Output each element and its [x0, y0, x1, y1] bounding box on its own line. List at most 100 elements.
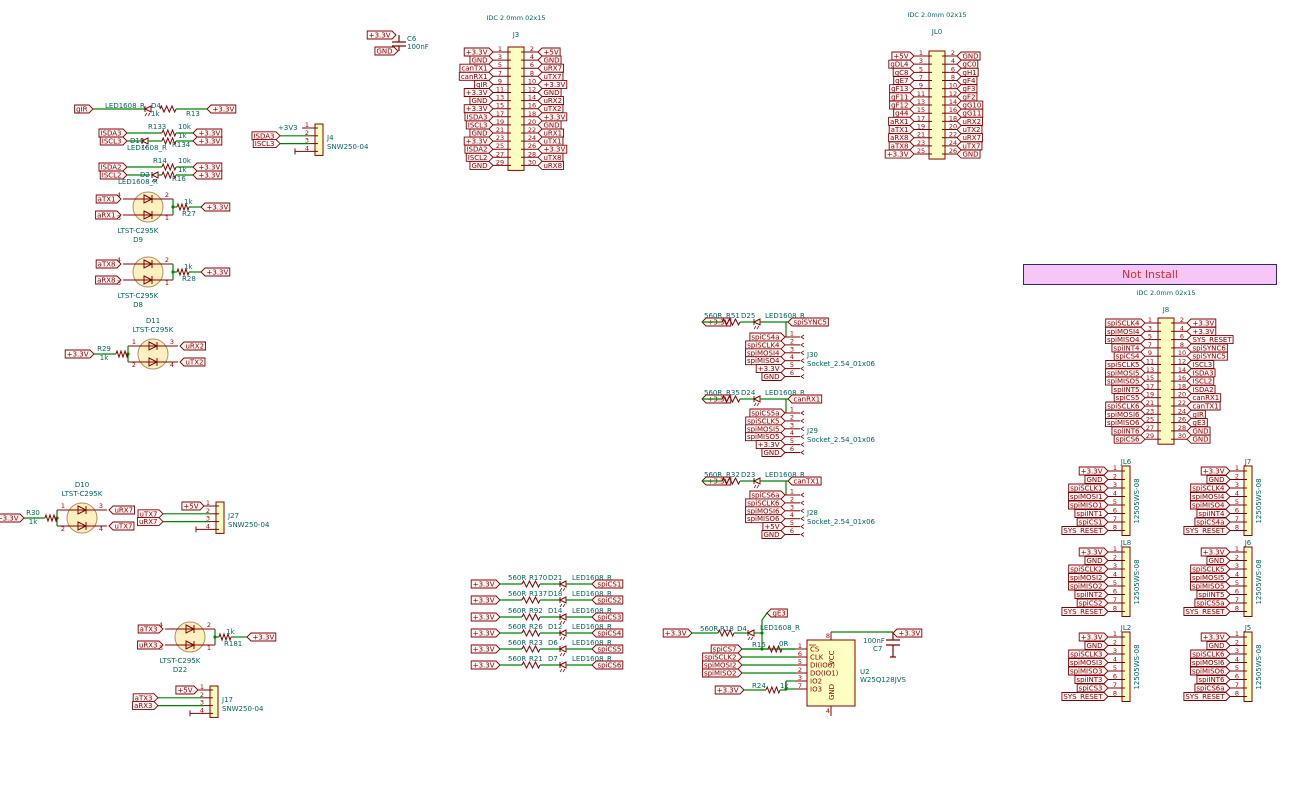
- net-label[interactable]: +3.3V: [662, 628, 693, 638]
- net-label[interactable]: +5V: [181, 501, 205, 511]
- net-label[interactable]: spiSCLK2: [702, 652, 743, 662]
- net-label[interactable]: +3.3V: [470, 660, 501, 670]
- net-label[interactable]: aRX8: [888, 133, 915, 143]
- net-label[interactable]: aTX8: [888, 141, 915, 151]
- net-label[interactable]: GND: [537, 88, 562, 98]
- net-label[interactable]: +3.3V: [200, 267, 231, 277]
- net-label[interactable]: +3.3V: [366, 30, 397, 40]
- net-label[interactable]: ISDA2: [98, 162, 128, 172]
- net-label[interactable]: uRX7: [956, 133, 984, 143]
- net-label[interactable]: spiCS5a: [1194, 598, 1231, 608]
- net-label[interactable]: canRX1: [787, 394, 823, 404]
- net-label[interactable]: +3.3V: [246, 632, 277, 642]
- net-label[interactable]: GND: [537, 120, 562, 129]
- net-label[interactable]: spiSYNC5: [787, 317, 829, 327]
- net-label[interactable]: spiMISO5: [1105, 376, 1146, 386]
- net-label[interactable]: ISDA3: [1186, 368, 1216, 378]
- net-label[interactable]: gF12: [889, 100, 915, 110]
- net-label[interactable]: spiMOSI4: [1105, 326, 1146, 336]
- net-label[interactable]: +3.3V: [470, 628, 501, 638]
- net-label[interactable]: GND: [1186, 434, 1211, 444]
- net-label[interactable]: +3.3V: [463, 47, 494, 57]
- net-label[interactable]: ISCL3: [1186, 360, 1215, 370]
- net-label[interactable]: spiMISO6: [745, 514, 786, 524]
- net-label[interactable]: GND: [469, 160, 494, 170]
- net-label[interactable]: g44: [893, 108, 915, 118]
- net-label[interactable]: SYS_RESET: [1061, 607, 1109, 617]
- net-label[interactable]: uTX2: [956, 125, 983, 135]
- net-label[interactable]: spiMOSI3: [1068, 658, 1109, 668]
- net-label[interactable]: spiCS4: [1113, 351, 1146, 361]
- net-label[interactable]: +3.3V: [537, 112, 568, 122]
- net-label[interactable]: aRX3: [132, 701, 159, 711]
- net-label[interactable]: spiINT5: [1111, 384, 1146, 394]
- net-label[interactable]: +3.3V: [1186, 326, 1217, 336]
- net-label[interactable]: spiSCLK6: [745, 498, 786, 508]
- net-label[interactable]: gC8: [892, 67, 915, 77]
- net-label[interactable]: uTX1: [537, 136, 564, 146]
- net-label[interactable]: +3.3V: [755, 364, 786, 374]
- net-label[interactable]: spiCS1: [1076, 517, 1109, 527]
- net-label[interactable]: gF13: [889, 84, 915, 94]
- net-label[interactable]: spiMOSI6: [745, 506, 786, 516]
- net-label[interactable]: SYS_RESET: [1183, 692, 1231, 702]
- net-label[interactable]: spiCS3: [1076, 683, 1109, 693]
- net-label[interactable]: spiINT6: [1111, 426, 1146, 436]
- net-label[interactable]: +5V: [175, 685, 199, 695]
- net-label[interactable]: +3.3V: [470, 595, 501, 605]
- net-label[interactable]: uTX7: [537, 71, 564, 81]
- net-label[interactable]: spiMISO5: [1190, 581, 1231, 591]
- net-label[interactable]: SYS_RESET: [1061, 526, 1109, 536]
- net-label[interactable]: gF3: [956, 84, 978, 94]
- net-label[interactable]: +3.3V: [206, 104, 237, 114]
- net-label[interactable]: spiCS4a: [749, 332, 786, 342]
- net-label[interactable]: +3.3V: [192, 162, 223, 172]
- net-label[interactable]: ISCL2: [1186, 376, 1215, 386]
- net-label[interactable]: +3.3V: [0, 513, 25, 523]
- net-label[interactable]: aRX1: [888, 116, 915, 126]
- net-label[interactable]: spiCS5a: [749, 408, 786, 418]
- net-label[interactable]: SYS_RESET: [1186, 335, 1234, 345]
- net-label[interactable]: spiCS2: [591, 595, 624, 605]
- net-label[interactable]: +3.3V: [200, 202, 231, 212]
- net-label[interactable]: spiMISO1: [1068, 500, 1109, 510]
- net-label[interactable]: spiMOSI6: [1105, 409, 1146, 419]
- net-label[interactable]: spiCS5: [591, 644, 624, 654]
- net-label[interactable]: SYS_RESET: [1061, 692, 1109, 702]
- net-label[interactable]: spiMOSI6: [1190, 658, 1231, 668]
- net-label[interactable]: gIR: [74, 104, 94, 114]
- net-label[interactable]: +3.3V: [64, 349, 95, 359]
- net-label[interactable]: GND: [1084, 475, 1109, 485]
- net-label[interactable]: canRX1: [1186, 393, 1222, 403]
- net-label[interactable]: spiINT3: [1074, 675, 1109, 685]
- net-label[interactable]: spiSCLK3: [1068, 649, 1109, 659]
- net-label[interactable]: GND: [469, 128, 494, 138]
- net-label[interactable]: GND: [956, 51, 981, 61]
- net-label[interactable]: GND: [761, 448, 786, 458]
- net-label[interactable]: +3.3V: [1200, 466, 1231, 476]
- net-label[interactable]: uTX7: [137, 509, 164, 519]
- net-label[interactable]: ISCL3: [465, 120, 494, 129]
- net-label[interactable]: GND: [761, 530, 786, 540]
- net-label[interactable]: canTX1: [787, 476, 822, 486]
- net-label[interactable]: spiMOSI2: [1068, 573, 1109, 583]
- net-label[interactable]: uTX2: [537, 104, 564, 114]
- net-label[interactable]: spiMISO2: [1068, 581, 1109, 591]
- net-label[interactable]: gE3: [1186, 418, 1208, 428]
- net-label[interactable]: SYS_RESET: [1183, 526, 1231, 536]
- net-label[interactable]: +5V: [891, 51, 915, 61]
- net-label[interactable]: uRX2: [537, 96, 565, 106]
- net-label[interactable]: gDL4: [888, 59, 915, 69]
- net-label[interactable]: +3.3V: [463, 88, 494, 98]
- net-label[interactable]: GND: [537, 55, 562, 65]
- net-label[interactable]: spiINT1: [1074, 509, 1109, 519]
- net-label[interactable]: spiMOSI4: [745, 348, 786, 358]
- net-label[interactable]: GND: [1186, 426, 1211, 436]
- net-label[interactable]: ISCL2: [465, 152, 494, 162]
- net-label[interactable]: spiCS4: [591, 628, 624, 638]
- net-label[interactable]: gC0: [956, 59, 979, 69]
- net-label[interactable]: gH1: [956, 67, 979, 77]
- net-label[interactable]: ISDA3: [464, 112, 494, 122]
- net-label[interactable]: gIR: [1186, 409, 1206, 419]
- net-label[interactable]: spiMISO5: [745, 432, 786, 442]
